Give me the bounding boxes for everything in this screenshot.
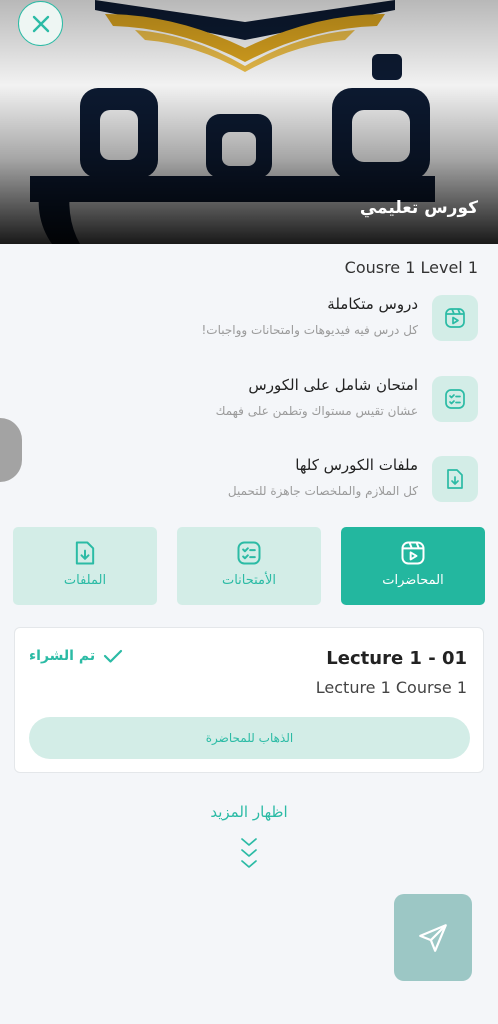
file-download-icon [432, 456, 478, 502]
lecture-title: Lecture 1 - 01 [326, 648, 467, 669]
tab-label: الملفات [63, 573, 107, 588]
video-lesson-icon [432, 295, 478, 341]
feature-description: كل درس فيه فيديوهات وامتحانات وواجبات! [201, 323, 418, 337]
feature-description: كل الملازم والملخصات جاهزة للتحميل [227, 484, 418, 498]
feature-item-lessons: دروس متكاملة كل درس فيه فيديوهات وامتحان… [18, 295, 478, 351]
send-icon [419, 923, 447, 952]
lecture-card: Lecture 1 - 01 Lecture 1 Course 1 تم الش… [14, 627, 484, 773]
feature-item-exam: امتحان شامل على الكورس عشان تقيس مستواك … [18, 376, 478, 432]
feature-description: عشان تقيس مستواك وتطمن على فهمك [215, 404, 418, 418]
go-to-lecture-button[interactable]: الذهاب للمحاضرة [29, 717, 470, 759]
lecture-subtitle: Lecture 1 Course 1 [315, 678, 467, 697]
check-icon [103, 649, 123, 663]
purchased-status: تم الشراء [29, 648, 123, 664]
tab-exams[interactable]: الأمتحانات [177, 527, 321, 605]
tab-label: الأمتحانات [221, 573, 277, 588]
checklist-icon [237, 541, 261, 565]
file-download-icon [75, 541, 95, 565]
close-button[interactable] [18, 1, 63, 46]
send-button[interactable] [394, 894, 472, 981]
course-title: كورس تعليمي [359, 198, 478, 218]
tab-files[interactable]: الملفات [13, 527, 157, 605]
video-lesson-icon [401, 541, 425, 565]
feature-title: دروس متكاملة [327, 295, 418, 313]
feature-title: ملفات الكورس كلها [295, 456, 418, 474]
tab-lectures[interactable]: المحاضرات [341, 527, 485, 605]
feature-title: امتحان شامل على الكورس [248, 376, 418, 394]
course-level-subtitle: Cousre 1 Level 1 [344, 258, 478, 277]
tab-label: المحاضرات [382, 573, 444, 588]
purchased-label: تم الشراء [29, 648, 96, 664]
close-icon [32, 15, 49, 32]
show-more-link[interactable]: اظهار المزيد [0, 803, 498, 821]
course-hero-banner: كورس تعليمي [0, 0, 498, 244]
feature-item-files: ملفات الكورس كلها كل الملازم والملخصات ج… [18, 456, 478, 512]
chevron-down-icon[interactable] [239, 836, 259, 872]
checklist-icon [432, 376, 478, 422]
